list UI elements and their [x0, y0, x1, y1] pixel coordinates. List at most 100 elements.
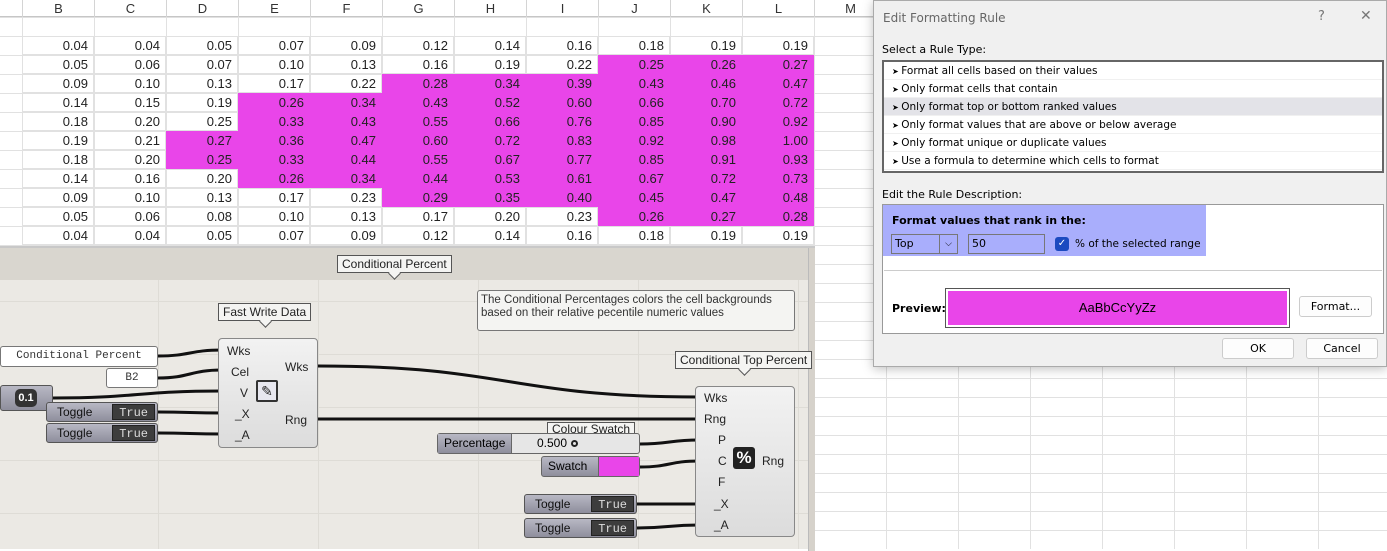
slider-grip[interactable]: [571, 440, 579, 447]
cell-B8[interactable]: 0.19: [22, 131, 94, 150]
cell-F8[interactable]: 0.47: [310, 131, 382, 150]
cell-L3[interactable]: 0.19: [742, 36, 814, 55]
input-f[interactable]: F: [718, 475, 725, 489]
cell-L8[interactable]: 1.00: [742, 131, 814, 150]
cell-B3[interactable]: 0.04: [22, 36, 94, 55]
cell-I9[interactable]: 0.77: [526, 150, 598, 169]
cell-H5[interactable]: 0.34: [454, 74, 526, 93]
cell-D7[interactable]: 0.25: [166, 112, 238, 131]
cell-L11[interactable]: 0.48: [742, 188, 814, 207]
cell-J12[interactable]: 0.26: [598, 207, 670, 226]
toggle-1[interactable]: Toggle True: [46, 402, 158, 422]
percentage-slider[interactable]: Percentage 0.500: [437, 433, 640, 454]
grasshopper-canvas[interactable]: Conditional Percent The Conditional Perc…: [0, 246, 815, 551]
cell-H10[interactable]: 0.53: [454, 169, 526, 188]
cell-E5[interactable]: 0.17: [238, 74, 310, 93]
cell-C11[interactable]: 0.10: [94, 188, 166, 207]
cell-C9[interactable]: 0.20: [94, 150, 166, 169]
cell-I13[interactable]: 0.16: [526, 226, 598, 245]
rank-value-input[interactable]: 50: [968, 234, 1045, 254]
cell-I5[interactable]: 0.39: [526, 74, 598, 93]
cell-I6[interactable]: 0.60: [526, 93, 598, 112]
cell-J7[interactable]: 0.85: [598, 112, 670, 131]
column-header-D[interactable]: D: [166, 0, 238, 17]
cell-H8[interactable]: 0.72: [454, 131, 526, 150]
output-rng[interactable]: Rng: [762, 454, 784, 468]
rule-type-item[interactable]: ➤ Only format unique or duplicate values: [884, 134, 1382, 152]
column-header-E[interactable]: E: [238, 0, 310, 17]
cell-J4[interactable]: 0.25: [598, 55, 670, 74]
cell-B9[interactable]: 0.18: [22, 150, 94, 169]
input-a[interactable]: _A: [235, 428, 250, 442]
input-c[interactable]: C: [718, 454, 727, 468]
column-header-G[interactable]: G: [382, 0, 454, 17]
rule-type-item[interactable]: ➤ Use a formula to determine which cells…: [884, 152, 1382, 170]
input-cel[interactable]: Cel: [231, 365, 249, 379]
cell-G8[interactable]: 0.60: [382, 131, 454, 150]
cell-J11[interactable]: 0.45: [598, 188, 670, 207]
cell-F3[interactable]: 0.09: [310, 36, 382, 55]
output-wks[interactable]: Wks: [285, 360, 308, 374]
cell-E9[interactable]: 0.33: [238, 150, 310, 169]
cell-G11[interactable]: 0.29: [382, 188, 454, 207]
cell-L13[interactable]: 0.19: [742, 226, 814, 245]
cell-L6[interactable]: 0.72: [742, 93, 814, 112]
cell-C4[interactable]: 0.06: [94, 55, 166, 74]
cell-L7[interactable]: 0.92: [742, 112, 814, 131]
cell-G12[interactable]: 0.17: [382, 207, 454, 226]
cell-G4[interactable]: 0.16: [382, 55, 454, 74]
column-header-K[interactable]: K: [670, 0, 742, 17]
cell-C6[interactable]: 0.15: [94, 93, 166, 112]
rule-type-item[interactable]: ➤ Only format values that are above or b…: [884, 116, 1382, 134]
cell-D4[interactable]: 0.07: [166, 55, 238, 74]
cell-G10[interactable]: 0.44: [382, 169, 454, 188]
cell-E10[interactable]: 0.26: [238, 169, 310, 188]
column-header-F[interactable]: F: [310, 0, 382, 17]
cell-K4[interactable]: 0.26: [670, 55, 742, 74]
cell-C8[interactable]: 0.21: [94, 131, 166, 150]
help-button[interactable]: ?: [1318, 9, 1325, 24]
cell-B13[interactable]: 0.04: [22, 226, 94, 245]
cancel-button[interactable]: Cancel: [1306, 338, 1378, 359]
cell-J9[interactable]: 0.85: [598, 150, 670, 169]
cell-G7[interactable]: 0.55: [382, 112, 454, 131]
cell-C5[interactable]: 0.10: [94, 74, 166, 93]
cell-K10[interactable]: 0.72: [670, 169, 742, 188]
cell-E4[interactable]: 0.10: [238, 55, 310, 74]
cell-L10[interactable]: 0.73: [742, 169, 814, 188]
cell-E8[interactable]: 0.36: [238, 131, 310, 150]
cell-F10[interactable]: 0.34: [310, 169, 382, 188]
cell-J5[interactable]: 0.43: [598, 74, 670, 93]
cell-G9[interactable]: 0.55: [382, 150, 454, 169]
conditional-top-percent-component[interactable]: Wks Rng P C F _X _A % Rng: [695, 386, 795, 537]
rule-type-item[interactable]: ➤ Only format cells that contain: [884, 80, 1382, 98]
column-header-J[interactable]: J: [598, 0, 670, 17]
cell-panel[interactable]: B2: [106, 368, 158, 388]
cell-I11[interactable]: 0.40: [526, 188, 598, 207]
cell-K12[interactable]: 0.27: [670, 207, 742, 226]
cell-B7[interactable]: 0.18: [22, 112, 94, 131]
column-header-L[interactable]: L: [742, 0, 814, 17]
cell-B6[interactable]: 0.14: [22, 93, 94, 112]
cell-D5[interactable]: 0.13: [166, 74, 238, 93]
cell-F12[interactable]: 0.13: [310, 207, 382, 226]
cell-D6[interactable]: 0.19: [166, 93, 238, 112]
percent-checkbox[interactable]: ✓: [1055, 237, 1069, 251]
cell-E13[interactable]: 0.07: [238, 226, 310, 245]
cell-H6[interactable]: 0.52: [454, 93, 526, 112]
cell-D8[interactable]: 0.27: [166, 131, 238, 150]
cell-D10[interactable]: 0.20: [166, 169, 238, 188]
cell-D12[interactable]: 0.08: [166, 207, 238, 226]
toggle-3[interactable]: Toggle True: [524, 494, 637, 514]
cell-F5[interactable]: 0.22: [310, 74, 382, 93]
cell-E6[interactable]: 0.26: [238, 93, 310, 112]
toggle-4[interactable]: Toggle True: [524, 518, 637, 538]
cell-K5[interactable]: 0.46: [670, 74, 742, 93]
toggle-value[interactable]: True: [591, 520, 634, 536]
cell-F7[interactable]: 0.43: [310, 112, 382, 131]
cell-B4[interactable]: 0.05: [22, 55, 94, 74]
toggle-value[interactable]: True: [112, 404, 155, 420]
note-panel[interactable]: The Conditional Percentages colors the c…: [477, 290, 795, 331]
cell-G5[interactable]: 0.28: [382, 74, 454, 93]
cell-C13[interactable]: 0.04: [94, 226, 166, 245]
